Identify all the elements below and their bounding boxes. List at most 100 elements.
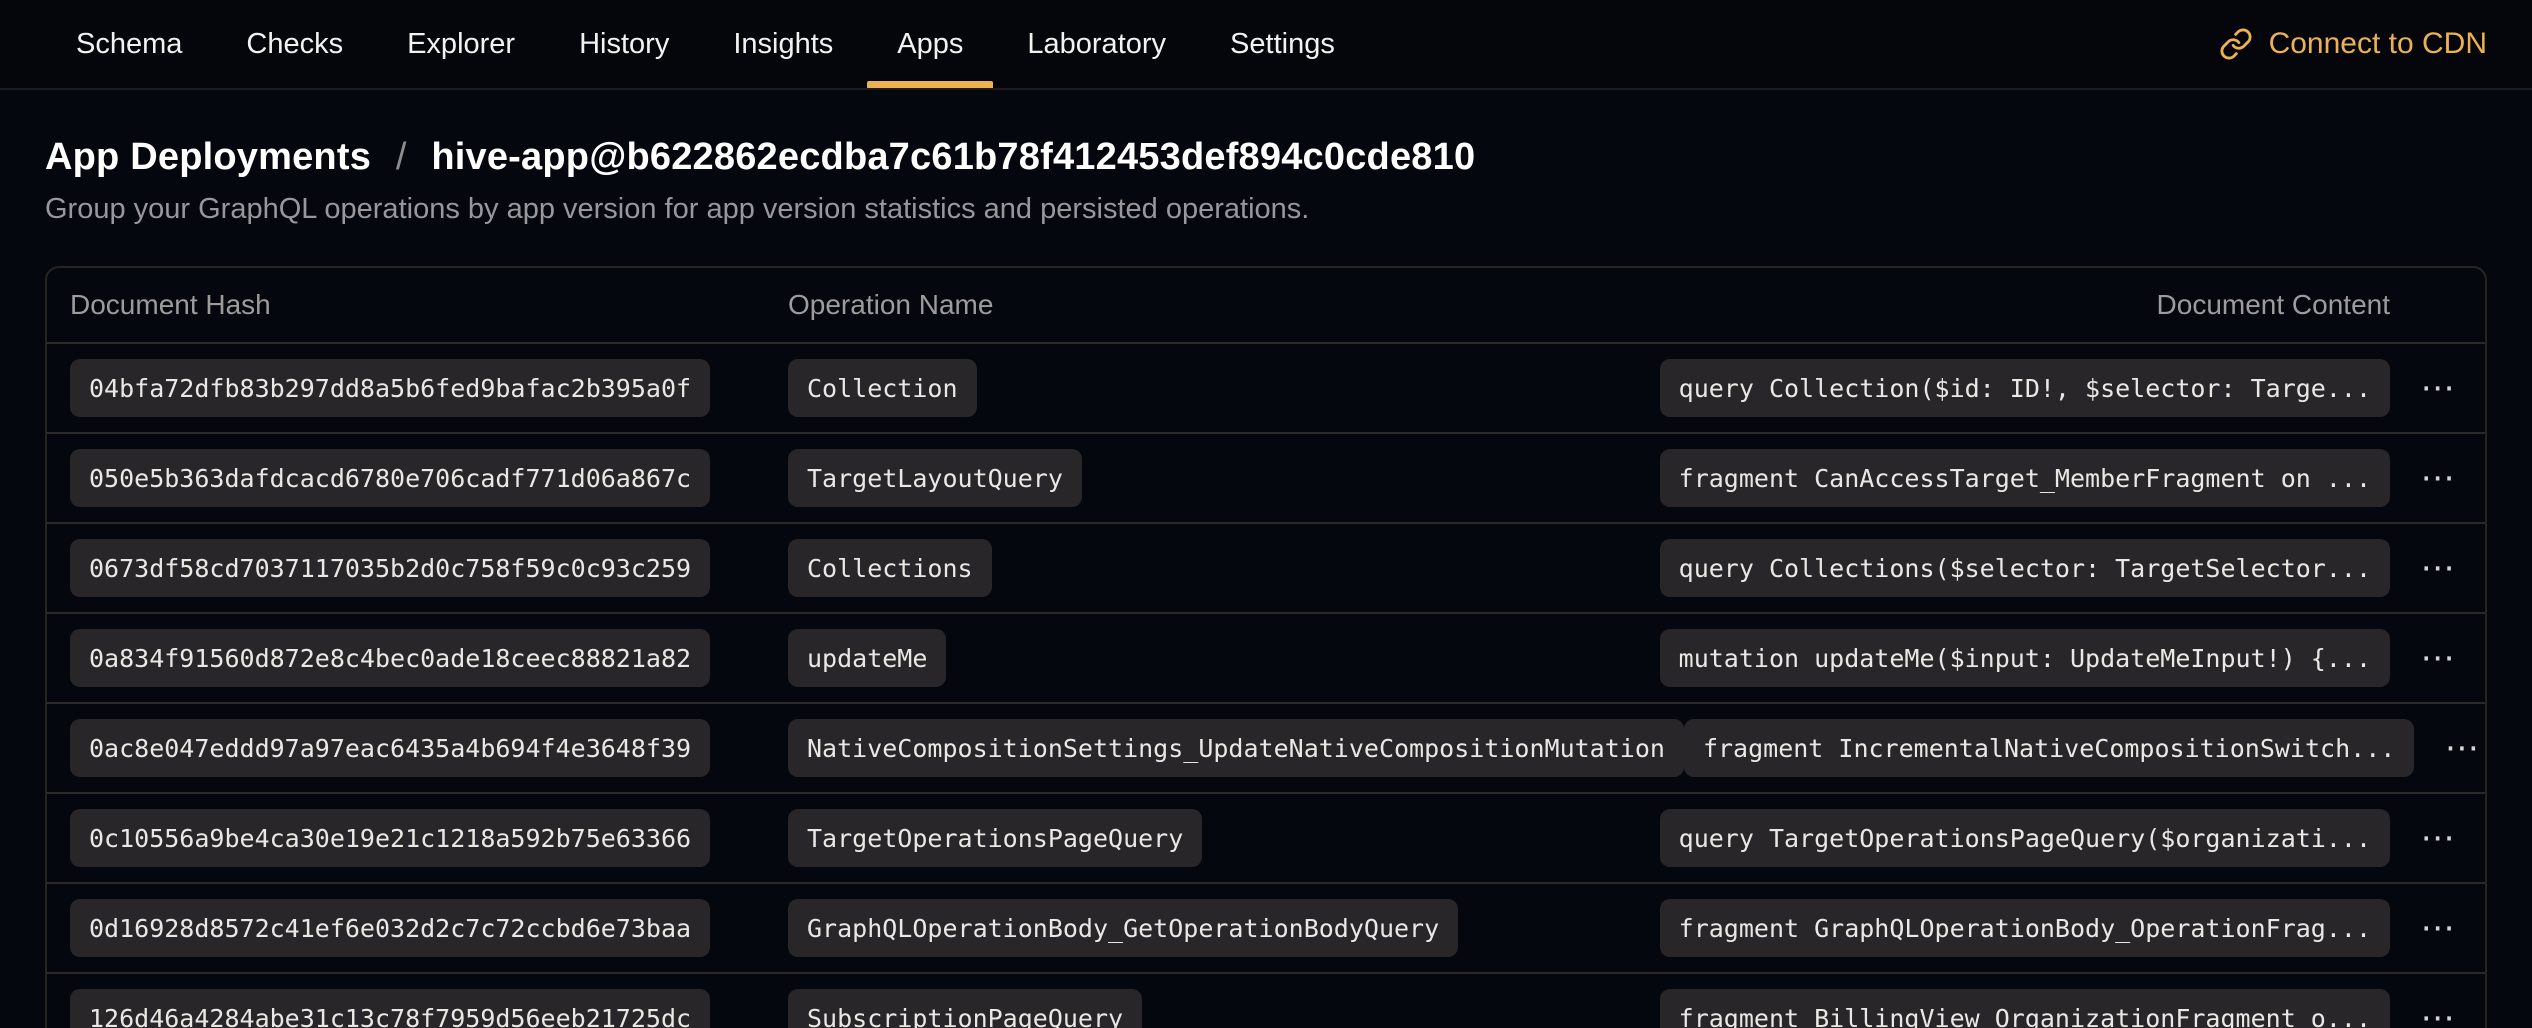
breadcrumb-section[interactable]: App Deployments (45, 136, 371, 178)
document-content-chip[interactable]: fragment IncrementalNativeCompositionSwi… (1684, 719, 2414, 777)
ellipsis-icon: ⋯ (2421, 641, 2455, 675)
document-hash-cell: 0ac8e047eddd97a97eac6435a4b694f4e3648f39 (70, 719, 788, 777)
main-nav: SchemaChecksExplorerHistoryInsightsAppsL… (0, 0, 1365, 88)
operation-name-cell: NativeCompositionSettings_UpdateNativeCo… (788, 719, 1684, 777)
document-content-cell: mutation updateMe($input: UpdateMeInput!… (1660, 629, 2390, 687)
row-menu-button[interactable]: ⋯ (2412, 812, 2464, 864)
operation-name-chip[interactable]: Collections (788, 539, 992, 597)
nav-item-checks[interactable]: Checks (216, 0, 373, 88)
document-content-chip[interactable]: mutation updateMe($input: UpdateMeInput!… (1660, 629, 2390, 687)
document-hash-chip[interactable]: 04bfa72dfb83b297dd8a5b6fed9bafac2b395a0f (70, 359, 710, 417)
nav-item-insights[interactable]: Insights (703, 0, 863, 88)
document-content-cell: fragment CanAccessTarget_MemberFragment … (1660, 449, 2390, 507)
document-content-chip[interactable]: query Collection($id: ID!, $selector: Ta… (1660, 359, 2390, 417)
row-menu-button[interactable]: ⋯ (2412, 992, 2464, 1028)
document-content-cell: fragment BillingView_OrganizationFragmen… (1660, 989, 2390, 1028)
row-menu-button[interactable]: ⋯ (2412, 902, 2464, 954)
ellipsis-icon: ⋯ (2445, 731, 2479, 765)
column-header-operation-name: Operation Name (788, 289, 2157, 321)
table-row: 0d16928d8572c41ef6e032d2c7c72ccbd6e73baa… (47, 882, 2485, 972)
row-menu-cell: ⋯ (2412, 362, 2464, 414)
ellipsis-icon: ⋯ (2421, 1001, 2455, 1028)
row-menu-button[interactable]: ⋯ (2436, 722, 2488, 774)
row-menu-cell: ⋯ (2412, 452, 2464, 504)
operation-name-chip[interactable]: GraphQLOperationBody_GetOperationBodyQue… (788, 899, 1458, 957)
ellipsis-icon: ⋯ (2421, 821, 2455, 855)
breadcrumb-separator: / (396, 136, 407, 178)
row-menu-button[interactable]: ⋯ (2412, 632, 2464, 684)
connect-to-cdn-label: Connect to CDN (2269, 27, 2487, 61)
table-row: 0ac8e047eddd97a97eac6435a4b694f4e3648f39… (47, 702, 2485, 792)
page-header: App Deployments / hive-app@b622862ecdba7… (0, 90, 2532, 226)
document-hash-chip[interactable]: 050e5b363dafdcacd6780e706cadf771d06a867c (70, 449, 710, 507)
operation-name-cell: TargetOperationsPageQuery (788, 809, 1660, 867)
row-menu-cell: ⋯ (2412, 632, 2464, 684)
operation-name-cell: Collection (788, 359, 1660, 417)
column-header-document-content: Document Content (2157, 289, 2390, 321)
nav-item-explorer[interactable]: Explorer (377, 0, 545, 88)
row-menu-button[interactable]: ⋯ (2412, 542, 2464, 594)
nav-item-laboratory[interactable]: Laboratory (997, 0, 1196, 88)
operation-name-chip[interactable]: Collection (788, 359, 977, 417)
ellipsis-icon: ⋯ (2421, 371, 2455, 405)
operation-name-cell: TargetLayoutQuery (788, 449, 1660, 507)
link-icon (2219, 27, 2253, 61)
document-hash-cell: 04bfa72dfb83b297dd8a5b6fed9bafac2b395a0f (70, 359, 788, 417)
document-content-cell: query TargetOperationsPageQuery($organiz… (1660, 809, 2390, 867)
ellipsis-icon: ⋯ (2421, 461, 2455, 495)
operation-name-chip[interactable]: NativeCompositionSettings_UpdateNativeCo… (788, 719, 1684, 777)
page-subtitle: Group your GraphQL operations by app ver… (45, 193, 2487, 226)
ellipsis-icon: ⋯ (2421, 911, 2455, 945)
document-content-chip[interactable]: fragment GraphQLOperationBody_OperationF… (1660, 899, 2390, 957)
document-hash-chip[interactable]: 0a834f91560d872e8c4bec0ade18ceec88821a82 (70, 629, 710, 687)
row-menu-cell: ⋯ (2412, 542, 2464, 594)
table-header-row: Document Hash Operation Name Document Co… (47, 268, 2485, 342)
document-hash-cell: 0673df58cd7037117035b2d0c758f59c0c93c259 (70, 539, 788, 597)
document-hash-cell: 0a834f91560d872e8c4bec0ade18ceec88821a82 (70, 629, 788, 687)
column-header-document-hash: Document Hash (70, 289, 788, 321)
operation-name-cell: updateMe (788, 629, 1660, 687)
document-content-chip[interactable]: fragment BillingView_OrganizationFragmen… (1660, 989, 2390, 1028)
ellipsis-icon: ⋯ (2421, 551, 2455, 585)
document-hash-cell: 0c10556a9be4ca30e19e21c1218a592b75e63366 (70, 809, 788, 867)
table-row: 050e5b363dafdcacd6780e706cadf771d06a867c… (47, 432, 2485, 522)
row-menu-button[interactable]: ⋯ (2412, 452, 2464, 504)
breadcrumb-app-id: hive-app@b622862ecdba7c61b78f412453def89… (431, 136, 1475, 178)
row-menu-button[interactable]: ⋯ (2412, 362, 2464, 414)
row-menu-cell: ⋯ (2436, 722, 2488, 774)
document-hash-chip[interactable]: 0c10556a9be4ca30e19e21c1218a592b75e63366 (70, 809, 710, 867)
document-content-cell: query Collection($id: ID!, $selector: Ta… (1660, 359, 2390, 417)
table-row: 04bfa72dfb83b297dd8a5b6fed9bafac2b395a0f… (47, 342, 2485, 432)
document-hash-cell: 050e5b363dafdcacd6780e706cadf771d06a867c (70, 449, 788, 507)
operation-name-chip[interactable]: TargetLayoutQuery (788, 449, 1082, 507)
document-content-chip[interactable]: query TargetOperationsPageQuery($organiz… (1660, 809, 2390, 867)
document-hash-cell: 126d46a4284abe31c13c78f7959d56eeb21725dc (70, 989, 788, 1028)
document-hash-chip[interactable]: 0ac8e047eddd97a97eac6435a4b694f4e3648f39 (70, 719, 710, 777)
connect-to-cdn-button[interactable]: Connect to CDN (2219, 0, 2487, 88)
document-content-chip[interactable]: query Collections($selector: TargetSelec… (1660, 539, 2390, 597)
document-content-chip[interactable]: fragment CanAccessTarget_MemberFragment … (1660, 449, 2390, 507)
row-menu-cell: ⋯ (2412, 812, 2464, 864)
table-row: 0c10556a9be4ca30e19e21c1218a592b75e63366… (47, 792, 2485, 882)
table-row: 0673df58cd7037117035b2d0c758f59c0c93c259… (47, 522, 2485, 612)
deployments-table: Document Hash Operation Name Document Co… (45, 266, 2487, 1028)
row-menu-cell: ⋯ (2412, 992, 2464, 1028)
nav-item-schema[interactable]: Schema (46, 0, 212, 88)
table-row: 126d46a4284abe31c13c78f7959d56eeb21725dc… (47, 972, 2485, 1028)
nav-item-settings[interactable]: Settings (1200, 0, 1365, 88)
operation-name-chip[interactable]: updateMe (788, 629, 946, 687)
table-body: 04bfa72dfb83b297dd8a5b6fed9bafac2b395a0f… (47, 342, 2485, 1028)
document-hash-chip[interactable]: 126d46a4284abe31c13c78f7959d56eeb21725dc (70, 989, 710, 1028)
operation-name-chip[interactable]: TargetOperationsPageQuery (788, 809, 1202, 867)
document-hash-cell: 0d16928d8572c41ef6e032d2c7c72ccbd6e73baa (70, 899, 788, 957)
top-nav: SchemaChecksExplorerHistoryInsightsAppsL… (0, 0, 2532, 90)
operation-name-cell: Collections (788, 539, 1660, 597)
document-hash-chip[interactable]: 0673df58cd7037117035b2d0c758f59c0c93c259 (70, 539, 710, 597)
operation-name-cell: SubscriptionPageQuery (788, 989, 1660, 1028)
operation-name-cell: GraphQLOperationBody_GetOperationBodyQue… (788, 899, 1660, 957)
operation-name-chip[interactable]: SubscriptionPageQuery (788, 989, 1142, 1028)
nav-item-apps[interactable]: Apps (867, 0, 993, 88)
document-hash-chip[interactable]: 0d16928d8572c41ef6e032d2c7c72ccbd6e73baa (70, 899, 710, 957)
nav-item-history[interactable]: History (549, 0, 699, 88)
document-content-cell: fragment GraphQLOperationBody_OperationF… (1660, 899, 2390, 957)
